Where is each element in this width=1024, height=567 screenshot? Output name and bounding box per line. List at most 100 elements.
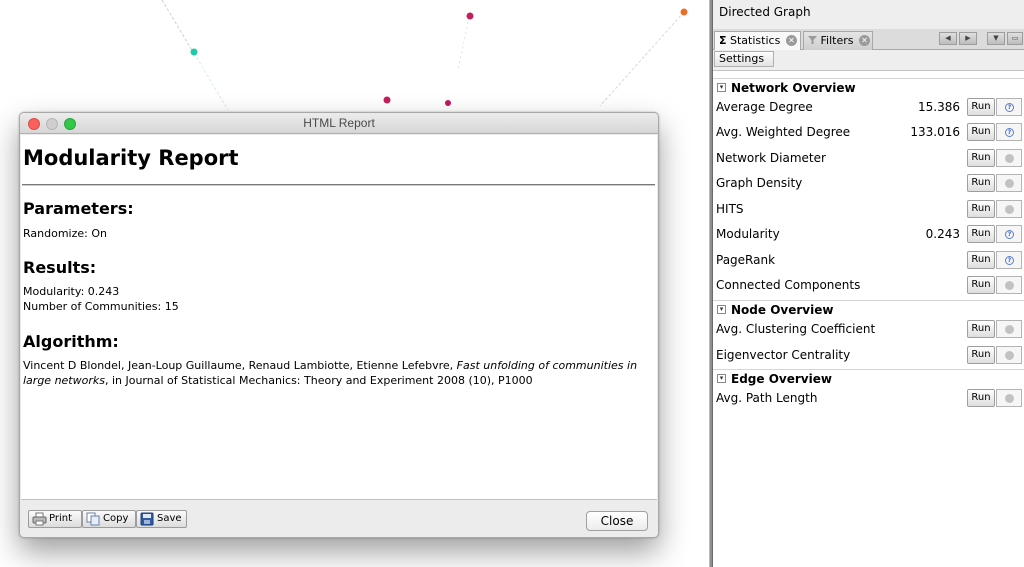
stat-label: Connected Components bbox=[716, 278, 861, 292]
stat-value: 133.016 bbox=[910, 125, 960, 139]
run-button[interactable]: Run bbox=[967, 174, 995, 192]
report-heading: Modularity Report bbox=[23, 146, 239, 170]
collapse-toggle-icon[interactable]: ▾ bbox=[717, 374, 726, 383]
section-title: Edge Overview bbox=[731, 372, 832, 386]
stat-label: Modularity bbox=[716, 227, 780, 241]
html-report-window: HTML Report Modularity Report Parameters… bbox=[19, 112, 659, 538]
stat-row-pagerank: PageRank Run ? bbox=[713, 249, 1024, 274]
graph-node[interactable] bbox=[383, 96, 391, 104]
copy-label: Copy bbox=[103, 513, 129, 524]
stat-label: PageRank bbox=[716, 253, 776, 267]
results-heading: Results: bbox=[23, 258, 97, 277]
stat-label: Avg. Clustering Coefficient bbox=[716, 322, 876, 336]
status-dot-icon bbox=[1005, 281, 1014, 290]
run-button[interactable]: Run bbox=[967, 346, 995, 364]
status-dot-icon bbox=[1005, 325, 1014, 334]
info-button[interactable] bbox=[996, 174, 1022, 192]
run-button[interactable]: Run bbox=[967, 320, 995, 338]
save-button[interactable]: Save bbox=[136, 510, 187, 528]
run-button[interactable]: Run bbox=[967, 225, 995, 243]
stat-row-avg-weighted-degree: Avg. Weighted Degree 133.016 Run ? bbox=[713, 121, 1024, 146]
report-footer: Print Copy Save Close bbox=[20, 501, 658, 537]
stat-label: Average Degree bbox=[716, 100, 813, 114]
save-label: Save bbox=[157, 513, 182, 524]
section-network-overview[interactable]: ▾ Network Overview bbox=[713, 78, 1024, 98]
info-button[interactable] bbox=[996, 276, 1022, 294]
run-button[interactable]: Run bbox=[967, 149, 995, 167]
tab-scroll-left-icon[interactable]: ◀ bbox=[939, 32, 957, 45]
stat-row-graph-density: Graph Density Run bbox=[713, 172, 1024, 197]
info-button[interactable] bbox=[996, 149, 1022, 167]
maximize-panel-icon[interactable]: ▭ bbox=[1007, 32, 1023, 45]
graph-node[interactable] bbox=[466, 12, 474, 20]
help-icon: ? bbox=[1005, 256, 1014, 265]
graph-edge bbox=[457, 21, 469, 71]
stat-row-network-diameter: Network Diameter Run bbox=[713, 147, 1024, 172]
graph-type-title: Directed Graph bbox=[719, 5, 811, 19]
statistics-panel: Directed Graph Σ Statistics ✕ Filters ✕ … bbox=[713, 0, 1024, 567]
graph-node[interactable] bbox=[190, 48, 198, 56]
settings-button[interactable]: Settings bbox=[714, 51, 774, 67]
report-divider bbox=[22, 184, 655, 185]
run-button[interactable]: Run bbox=[967, 200, 995, 218]
info-button[interactable]: ? bbox=[996, 123, 1022, 141]
print-button[interactable]: Print bbox=[28, 510, 82, 528]
collapse-toggle-icon[interactable]: ▾ bbox=[717, 83, 726, 92]
run-button[interactable]: Run bbox=[967, 123, 995, 141]
graph-edge bbox=[599, 11, 685, 107]
close-tab-icon[interactable]: ✕ bbox=[786, 35, 797, 46]
stat-row-avg-path-length: Avg. Path Length Run bbox=[713, 387, 1024, 412]
graph-edge bbox=[193, 52, 229, 111]
run-button[interactable]: Run bbox=[967, 276, 995, 294]
stat-label: Avg. Path Length bbox=[716, 391, 818, 405]
collapse-toggle-icon[interactable]: ▾ bbox=[717, 305, 726, 314]
info-button[interactable]: ? bbox=[996, 251, 1022, 269]
citation-authors: Vincent D Blondel, Jean-Loup Guillaume, … bbox=[23, 359, 457, 372]
status-dot-icon bbox=[1005, 154, 1014, 163]
help-icon: ? bbox=[1005, 230, 1014, 239]
filter-funnel-icon bbox=[808, 36, 817, 44]
save-disk-icon bbox=[140, 512, 154, 526]
algorithm-heading: Algorithm: bbox=[23, 332, 119, 351]
citation-journal: , in Journal of Statistical Mechanics: T… bbox=[104, 374, 533, 387]
section-node-overview[interactable]: ▾ Node Overview bbox=[713, 300, 1024, 320]
stat-value: 0.243 bbox=[925, 227, 960, 241]
info-button[interactable] bbox=[996, 320, 1022, 338]
panel-tabbar: Σ Statistics ✕ Filters ✕ ◀ ▶ ▼ ▭ bbox=[713, 29, 1024, 50]
sigma-icon: Σ bbox=[719, 34, 727, 47]
report-titlebar[interactable]: HTML Report bbox=[20, 113, 658, 134]
info-button[interactable] bbox=[996, 346, 1022, 364]
run-button[interactable]: Run bbox=[967, 389, 995, 407]
info-button[interactable]: ? bbox=[996, 98, 1022, 116]
stat-label: Avg. Weighted Degree bbox=[716, 125, 851, 139]
info-button[interactable]: ? bbox=[996, 225, 1022, 243]
copy-icon bbox=[86, 512, 100, 526]
status-dot-icon bbox=[1005, 205, 1014, 214]
graph-edge bbox=[161, 0, 194, 53]
algorithm-citation: Vincent D Blondel, Jean-Loup Guillaume, … bbox=[23, 358, 657, 388]
tab-scroll-right-icon[interactable]: ▶ bbox=[959, 32, 977, 45]
tab-filters[interactable]: Filters ✕ bbox=[803, 31, 873, 50]
tab-menu-icon[interactable]: ▼ bbox=[987, 32, 1005, 45]
copy-button[interactable]: Copy bbox=[82, 510, 136, 528]
graph-node[interactable] bbox=[445, 100, 451, 106]
run-button[interactable]: Run bbox=[967, 251, 995, 269]
print-label: Print bbox=[49, 513, 73, 524]
info-button[interactable] bbox=[996, 389, 1022, 407]
close-button[interactable]: Close bbox=[586, 511, 648, 531]
tab-statistics[interactable]: Σ Statistics ✕ bbox=[714, 31, 801, 50]
status-dot-icon bbox=[1005, 179, 1014, 188]
stat-label: Eigenvector Centrality bbox=[716, 348, 851, 362]
run-button[interactable]: Run bbox=[967, 98, 995, 116]
info-button[interactable] bbox=[996, 200, 1022, 218]
results-text: Modularity: 0.243 Number of Communities:… bbox=[23, 284, 657, 314]
parameters-text: Randomize: On bbox=[23, 227, 107, 240]
section-edge-overview[interactable]: ▾ Edge Overview bbox=[713, 369, 1024, 389]
close-tab-icon[interactable]: ✕ bbox=[859, 35, 870, 46]
tab-statistics-label: Statistics bbox=[730, 34, 781, 47]
results-modularity: Modularity: 0.243 bbox=[23, 285, 120, 298]
tab-filters-label: Filters bbox=[820, 34, 854, 47]
graph-node[interactable] bbox=[680, 8, 688, 16]
results-communities: Number of Communities: 15 bbox=[23, 300, 179, 313]
stat-value: 15.386 bbox=[918, 100, 960, 114]
